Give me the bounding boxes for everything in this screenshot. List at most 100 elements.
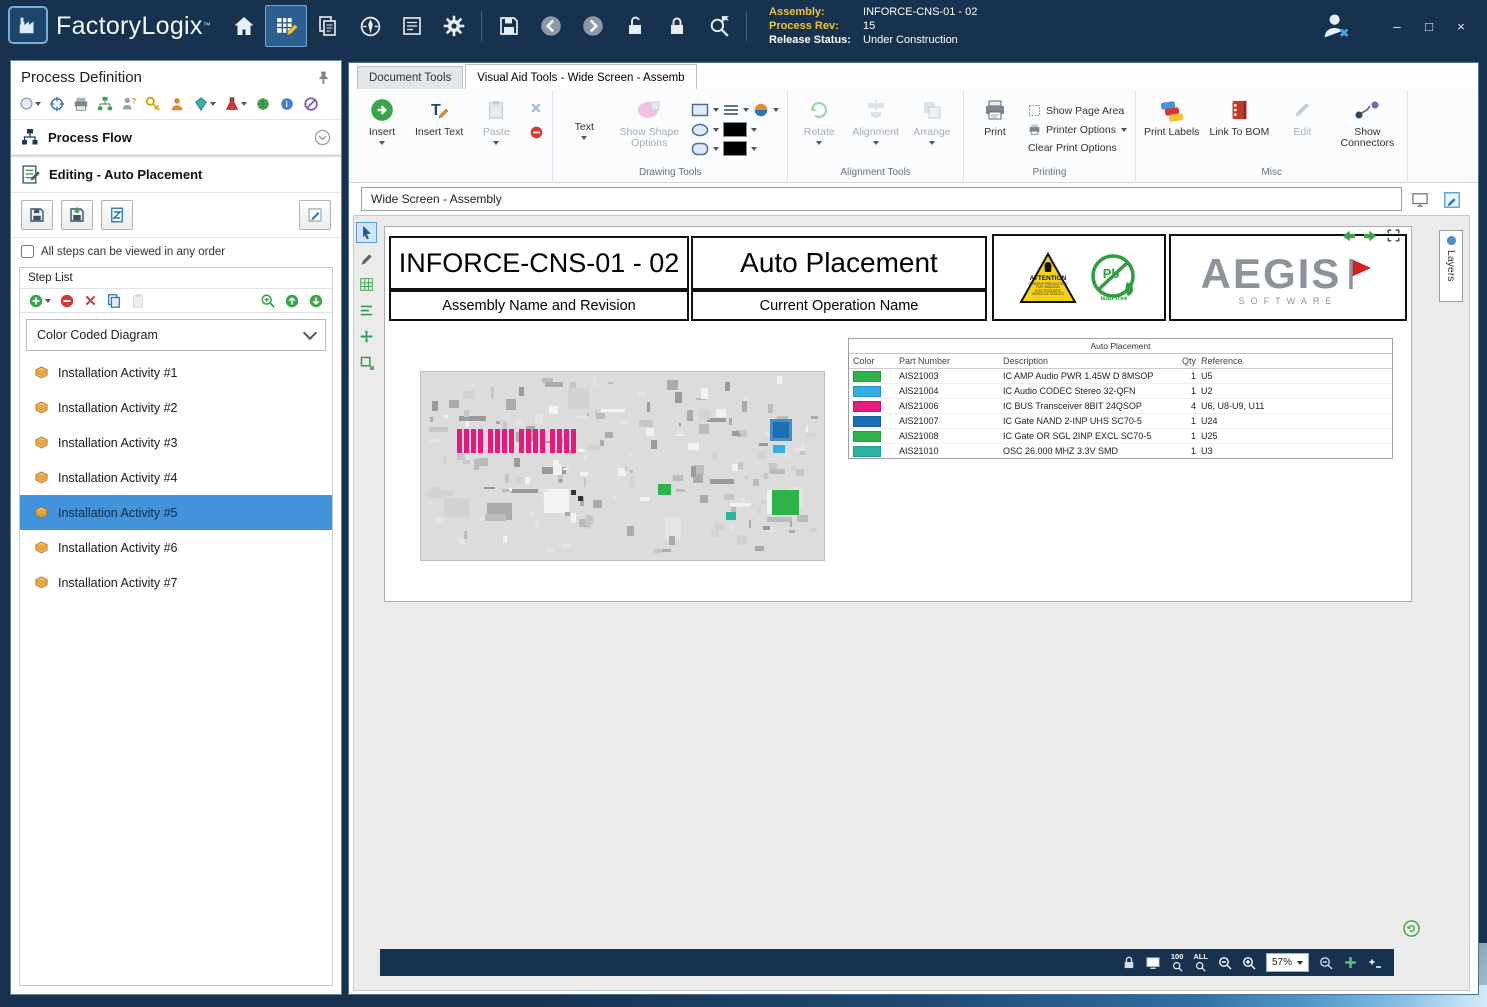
rectangle-shape-button[interactable] xyxy=(691,103,709,117)
print-button[interactable]: Print xyxy=(967,91,1023,167)
navigator-button[interactable] xyxy=(349,5,391,47)
link-to-bom-button[interactable]: Link To BOM xyxy=(1204,91,1274,167)
bom-table[interactable]: Auto Placement Color Part Number Descrip… xyxy=(848,338,1393,459)
assembly-caption-box[interactable]: Assembly Name and Revision xyxy=(389,290,689,321)
zoom-stepper[interactable] xyxy=(1368,956,1382,970)
dropdown-caret-icon[interactable] xyxy=(751,147,757,151)
zoom-increase-button[interactable] xyxy=(1343,955,1358,970)
save-button[interactable] xyxy=(488,5,530,47)
globe-button[interactable] xyxy=(255,95,271,112)
template-button[interactable] xyxy=(101,200,133,230)
design-canvas[interactable]: INFORCE-CNS-01 - 02 Assembly Name and Re… xyxy=(353,215,1470,991)
audit-button[interactable] xyxy=(698,5,740,47)
home-button[interactable] xyxy=(223,5,265,47)
documents-button[interactable] xyxy=(307,5,349,47)
step-item[interactable]: Installation Activity #7 xyxy=(20,565,332,600)
insert-text-button[interactable]: TInsert Text xyxy=(410,91,468,167)
clear-print-options-button[interactable]: Clear Print Options xyxy=(1028,142,1127,154)
visual-aid-page[interactable]: INFORCE-CNS-01 - 02 Assembly Name and Re… xyxy=(384,226,1412,602)
show-connectors-button[interactable]: Show Connectors xyxy=(1330,91,1404,167)
step-item[interactable]: Installation Activity #3 xyxy=(20,425,332,460)
step-item[interactable]: Installation Activity #4 xyxy=(20,460,332,495)
process-flow-row[interactable]: Process Flow xyxy=(11,120,341,155)
user-help-button[interactable]: ? xyxy=(121,95,137,112)
validate-dropdown-button[interactable] xyxy=(193,95,216,112)
edit-notes-button[interactable] xyxy=(299,200,331,230)
operation-title-box[interactable]: Auto Placement xyxy=(691,236,987,290)
zoom-decrease-button[interactable] xyxy=(1319,956,1333,970)
cut-x-icon[interactable] xyxy=(529,101,543,115)
zoom-in-button[interactable] xyxy=(1242,956,1256,970)
select-tool-button[interactable] xyxy=(356,222,377,243)
print-labels-button[interactable]: Print Labels xyxy=(1139,91,1204,167)
disable-button[interactable] xyxy=(303,95,319,112)
fit-view-button[interactable] xyxy=(1406,187,1434,213)
assembly-title-box[interactable]: INFORCE-CNS-01 - 02 xyxy=(389,236,689,290)
move-step-down-button[interactable] xyxy=(308,292,324,309)
close-button[interactable]: × xyxy=(1447,14,1475,38)
cut-step-button[interactable] xyxy=(83,292,98,309)
grid-tool-button[interactable] xyxy=(356,274,377,295)
save-import-button[interactable] xyxy=(61,200,93,230)
print-step-button[interactable] xyxy=(73,95,89,112)
transform-tool-button[interactable] xyxy=(356,352,377,373)
show-shape-options-button[interactable]: Show Shape Options xyxy=(612,91,686,167)
operation-caption-box[interactable]: Current Operation Name xyxy=(691,290,987,321)
forward-button[interactable] xyxy=(572,5,614,47)
pin-icon[interactable] xyxy=(316,70,331,85)
tab-visual-aid-tools[interactable]: Visual Aid Tools - Wide Screen - Assemb xyxy=(465,64,696,90)
dropdown-caret-icon[interactable] xyxy=(713,128,719,132)
step-item-selected[interactable]: Installation Activity #5 xyxy=(20,495,332,530)
step-item[interactable]: Installation Activity #2 xyxy=(20,390,332,425)
copy-step-button[interactable] xyxy=(106,292,122,309)
lock-button[interactable] xyxy=(656,5,698,47)
move-tool-button[interactable] xyxy=(356,326,377,347)
minimize-button[interactable]: – xyxy=(1383,14,1411,38)
order-checkbox[interactable] xyxy=(21,245,34,258)
user-button[interactable] xyxy=(169,95,185,112)
tab-document-tools[interactable]: Document Tools xyxy=(357,66,463,89)
fill-color-button[interactable] xyxy=(753,102,769,118)
esd-warning-box[interactable]: ATTENTION OBSERVE PRECAUTIONS FOR HANDLI… xyxy=(992,234,1166,321)
line-style-button[interactable] xyxy=(723,103,739,117)
paste-button[interactable]: Paste xyxy=(468,91,524,167)
dropdown-caret-icon[interactable] xyxy=(743,108,749,112)
collapse-chevron-icon[interactable] xyxy=(314,129,331,146)
expand-flow-button[interactable] xyxy=(97,95,113,112)
logout-user-button[interactable] xyxy=(1319,9,1353,43)
key-button[interactable] xyxy=(145,95,161,112)
maximize-button[interactable]: □ xyxy=(1415,14,1443,38)
move-step-up-button[interactable] xyxy=(284,292,300,309)
layers-tab[interactable]: Layers xyxy=(1439,230,1463,302)
diagram-type-dropdown[interactable]: Color Coded Diagram xyxy=(26,319,326,351)
aegis-logo-box[interactable]: AEGIS SOFTWARE xyxy=(1169,234,1407,321)
circle-dropdown-button[interactable] xyxy=(19,95,41,112)
step-item[interactable]: Installation Activity #6 xyxy=(20,530,332,565)
dropdown-caret-icon[interactable] xyxy=(713,108,719,112)
page-next-button[interactable] xyxy=(1363,229,1379,243)
rounded-shape-button[interactable] xyxy=(691,142,709,156)
edit-document-button[interactable] xyxy=(1438,187,1466,213)
remove-shape-icon[interactable] xyxy=(529,125,544,140)
save-step-button[interactable] xyxy=(21,200,53,230)
edit-button[interactable]: Edit xyxy=(1274,91,1330,167)
pcb-diagram[interactable] xyxy=(420,371,825,561)
paste-step-button[interactable] xyxy=(130,292,146,309)
step-item[interactable]: Installation Activity #1 xyxy=(20,355,332,390)
printer-options-button[interactable]: Printer Options xyxy=(1028,123,1127,136)
insert-button[interactable]: Insert xyxy=(354,91,410,167)
zoom-out-button[interactable] xyxy=(1218,956,1232,970)
text-color-swatch[interactable] xyxy=(723,141,747,156)
page-prev-button[interactable] xyxy=(1340,229,1356,243)
ellipse-shape-button[interactable] xyxy=(691,123,709,137)
unlock-button[interactable] xyxy=(614,5,656,47)
settings-button[interactable] xyxy=(433,5,475,47)
dropdown-caret-icon[interactable] xyxy=(713,147,719,151)
zoom-step-button[interactable] xyxy=(260,292,276,309)
target-button[interactable] xyxy=(49,95,65,112)
rotate-button[interactable]: Rotate xyxy=(791,91,847,167)
add-step-button[interactable] xyxy=(28,292,51,309)
info-button[interactable]: i xyxy=(279,95,295,112)
text-button[interactable]: Text xyxy=(556,91,612,167)
alignment-button[interactable]: Alignment xyxy=(847,91,904,167)
